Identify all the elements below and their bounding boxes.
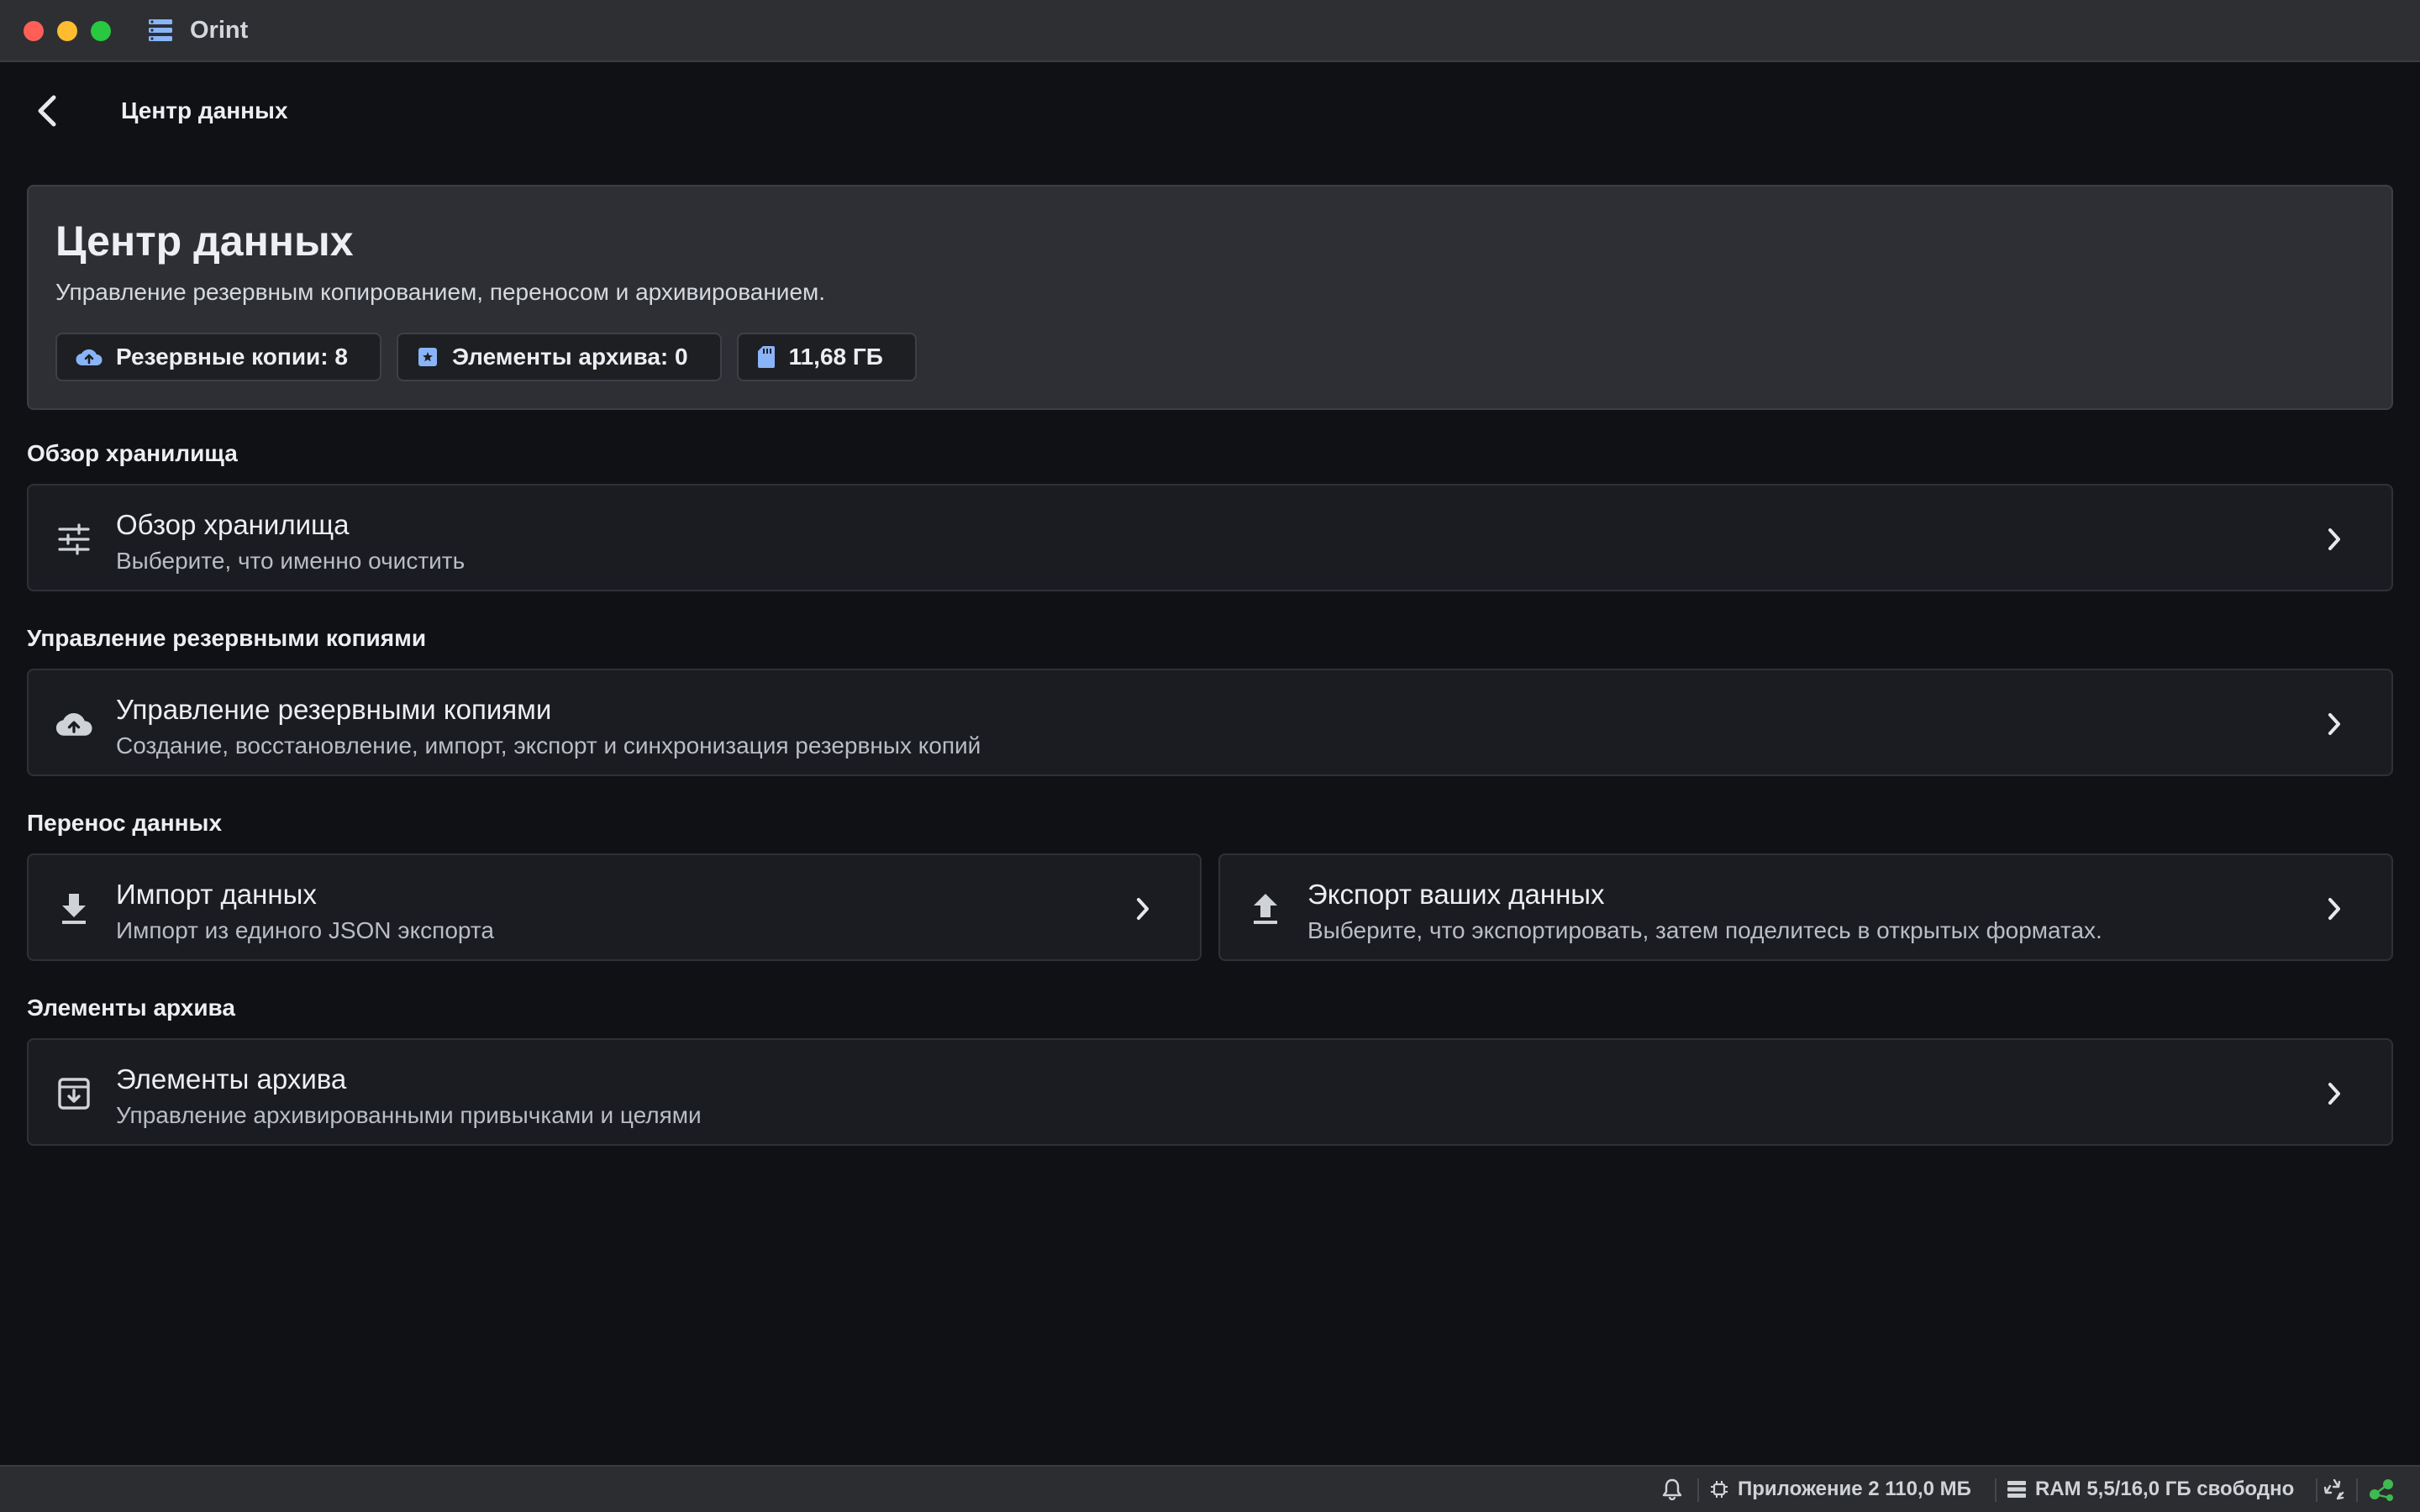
tune-sliders-icon bbox=[55, 521, 92, 558]
backup-management-description: Создание, восстановление, импорт, экспор… bbox=[116, 732, 981, 759]
status-divider bbox=[1995, 1478, 1996, 1502]
sd-card-icon bbox=[757, 346, 775, 368]
recycle-button[interactable] bbox=[2323, 1467, 2346, 1512]
backups-count-label: Резервные копии: 8 bbox=[116, 344, 348, 370]
storage-size-badge: 11,68 ГБ bbox=[736, 333, 917, 381]
backup-management-title: Управление резервными копиями bbox=[116, 694, 552, 725]
status-divider bbox=[2316, 1478, 2317, 1502]
back-button[interactable] bbox=[24, 87, 71, 134]
archive-items-card[interactable]: Элементы архива Управление архивированны… bbox=[27, 1038, 2393, 1146]
cpu-chip-icon bbox=[1711, 1481, 1728, 1498]
sync-status-indicator[interactable] bbox=[2368, 1467, 2396, 1512]
summary-title: Центр данных bbox=[55, 218, 354, 265]
window-minimize-button[interactable] bbox=[57, 21, 77, 41]
page-title: Центр данных bbox=[121, 97, 288, 123]
export-data-card[interactable]: Экспорт ваших данных Выберите, что экспо… bbox=[1218, 853, 2393, 961]
status-bar: Приложение 2 110,0 МБ RAM 5,5/16,0 ГБ св… bbox=[0, 1465, 2420, 1512]
download-icon bbox=[55, 890, 92, 927]
storage-size-label: 11,68 ГБ bbox=[788, 344, 883, 370]
upload-icon bbox=[1247, 890, 1284, 927]
chevron-right-icon bbox=[2319, 1079, 2349, 1109]
storage-overview-card[interactable]: Обзор хранилища Выберите, что именно очи… bbox=[27, 484, 2393, 591]
export-data-title: Экспорт ваших данных bbox=[1307, 879, 1605, 910]
bell-icon bbox=[1662, 1478, 1682, 1500]
app-logo-icon bbox=[148, 18, 173, 42]
notifications-button[interactable] bbox=[1662, 1467, 1682, 1512]
ram-label: RAM 5,5/16,0 ГБ свободно bbox=[2035, 1478, 2295, 1500]
window-maximize-button[interactable] bbox=[91, 21, 111, 41]
app-memory-indicator: Приложение 2 110,0 МБ bbox=[1709, 1467, 1971, 1512]
import-data-title: Импорт данных bbox=[116, 879, 317, 910]
storage-overview-title: Обзор хранилища bbox=[116, 509, 350, 540]
cloud-upload-icon bbox=[76, 349, 103, 366]
chevron-right-icon bbox=[2319, 709, 2349, 739]
import-data-description: Импорт из единого JSON экспорта bbox=[116, 917, 494, 943]
archive-items-title: Элементы архива bbox=[116, 1063, 347, 1095]
backup-management-card[interactable]: Управление резервными копиями Создание, … bbox=[27, 669, 2393, 776]
storage-overview-description: Выберите, что именно очистить bbox=[116, 548, 466, 574]
data-center-summary-card: Центр данных Управление резервным копиро… bbox=[27, 185, 2393, 410]
status-divider bbox=[1697, 1478, 1699, 1502]
recycle-icon bbox=[2323, 1478, 2344, 1500]
app-title: Orint bbox=[190, 17, 249, 44]
archive-count-badge: Элементы архива: 0 bbox=[396, 333, 722, 381]
ram-indicator: RAM 5,5/16,0 ГБ свободно bbox=[2007, 1467, 2294, 1512]
archive-count-label: Элементы архива: 0 bbox=[451, 344, 688, 370]
chevron-left-icon bbox=[38, 95, 56, 127]
window-titlebar: Orint bbox=[0, 0, 2420, 62]
summary-subtitle: Управление резервным копированием, перен… bbox=[55, 279, 826, 305]
chevron-right-icon bbox=[2319, 524, 2349, 554]
cloud-upload-icon bbox=[55, 706, 92, 743]
import-data-card[interactable]: Импорт данных Импорт из единого JSON экс… bbox=[27, 853, 1202, 961]
network-nodes-icon bbox=[2370, 1479, 2393, 1501]
chevron-right-icon bbox=[1128, 894, 1158, 924]
archive-icon bbox=[55, 1075, 92, 1112]
page-header: Центр данных bbox=[0, 62, 2420, 163]
chevron-right-icon bbox=[2319, 894, 2349, 924]
export-data-description: Выберите, что экспортировать, затем поде… bbox=[1307, 917, 2102, 943]
section-label-archive: Элементы архива bbox=[27, 995, 235, 1021]
memory-stack-icon bbox=[2007, 1481, 2026, 1498]
window-close-button[interactable] bbox=[24, 21, 44, 41]
status-divider bbox=[2356, 1478, 2358, 1502]
section-label-transfer: Перенос данных bbox=[27, 810, 223, 836]
archive-box-icon bbox=[418, 348, 437, 366]
archive-items-description: Управление архивированными привычками и … bbox=[116, 1102, 702, 1128]
backups-count-badge: Резервные копии: 8 bbox=[55, 333, 381, 381]
section-label-backups: Управление резервными копиями bbox=[27, 625, 427, 651]
summary-stats: Резервные копии: 8 Элементы архива: 0 11… bbox=[55, 333, 917, 381]
app-memory-label: Приложение 2 110,0 МБ bbox=[1738, 1478, 1971, 1500]
section-label-storage: Обзор хранилища bbox=[27, 440, 238, 466]
